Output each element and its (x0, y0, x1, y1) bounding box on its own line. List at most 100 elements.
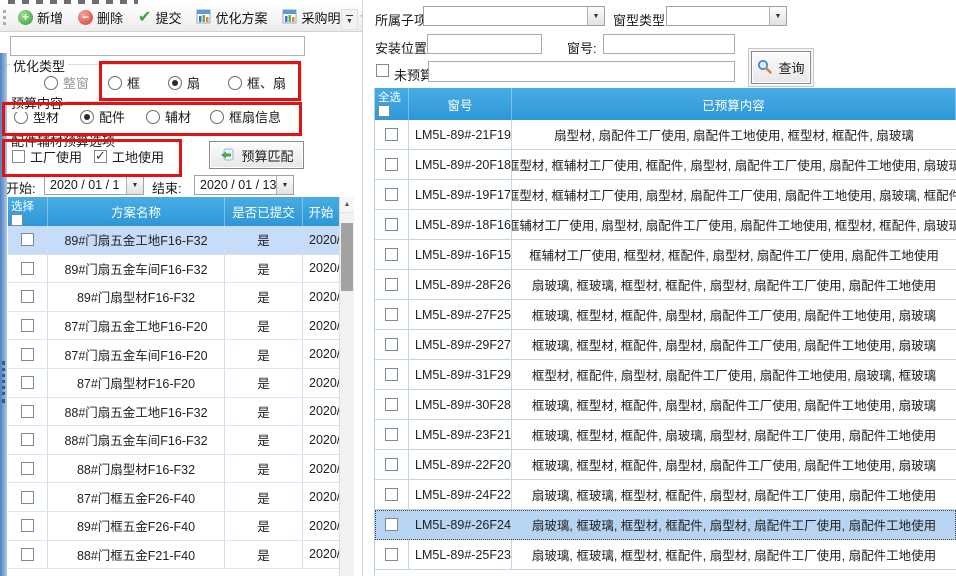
not-budgeted-checkbox[interactable] (376, 64, 389, 77)
window-no-column-header[interactable]: 窗号 (409, 88, 512, 120)
row-checkbox[interactable] (385, 548, 398, 561)
radio-icon[interactable] (210, 110, 224, 124)
row-checkbox[interactable] (385, 248, 398, 261)
add-button[interactable]: + 新增 (12, 6, 69, 29)
chevron-down-icon[interactable]: ▼ (587, 7, 604, 25)
start-date-picker[interactable]: 2020 / 01 / 1 ▼ (44, 175, 144, 195)
install-position-input[interactable] (427, 34, 542, 54)
radio-icon[interactable] (108, 76, 122, 90)
purchase-detail-button[interactable]: 采购明细 ▼ (276, 6, 373, 29)
row-checkbox[interactable] (385, 458, 398, 471)
query-button[interactable]: 查询 (751, 51, 811, 84)
row-checkbox[interactable] (21, 262, 34, 275)
budget-match-button[interactable]: 预算匹配 (209, 141, 304, 169)
scrollbar-thumb[interactable] (341, 223, 353, 291)
splitter-grip[interactable] (2, 361, 5, 403)
end-date-picker[interactable]: 2020 / 01 / 13 ▼ (194, 175, 294, 195)
toolbar-overflow-button[interactable]: ▼ (341, 9, 358, 30)
checkbox-option[interactable]: 工地使用 (94, 147, 164, 166)
table-row[interactable]: LM5L-89#-24F22 扇玻璃, 框玻璃, 框型材, 框配件, 扇型材, … (375, 480, 956, 510)
chevron-down-icon[interactable]: ▼ (126, 176, 143, 194)
table-row[interactable]: LM5L-89#-25F23 扇玻璃, 框玻璃, 框型材, 框配件, 扇型材, … (375, 540, 956, 570)
table-row[interactable]: 87#门扇五金车间F16-F20 是 2020/0 (8, 340, 340, 369)
table-row[interactable]: 89#门扇五金车间F16-F32 是 2020/0 (8, 255, 340, 284)
table-row[interactable]: 88#门扇五金车间F16-F32 是 2020/0 (8, 426, 340, 455)
radio-icon[interactable] (146, 110, 160, 124)
table-row[interactable]: 87#门扇五金工地F16-F20 是 2020/0 (8, 312, 340, 341)
row-checkbox[interactable] (385, 518, 398, 531)
row-checkbox[interactable] (21, 405, 34, 418)
table-row[interactable]: LM5L-89#-29F27 框玻璃, 框型材, 框配件, 扇型材, 扇配件工厂… (375, 330, 956, 360)
budgeted-content-column-header[interactable]: 已预算内容 (512, 88, 956, 120)
radio-option[interactable]: 整窗 (44, 73, 89, 92)
row-checkbox[interactable] (385, 158, 398, 171)
optimize-plan-button[interactable]: 优化方案 (190, 6, 273, 29)
row-checkbox[interactable] (385, 128, 398, 141)
table-row[interactable]: LM5L-89#-18F16 框辅材工厂使用, 扇型材, 扇配件工厂使用, 扇配… (375, 210, 956, 240)
row-checkbox[interactable] (21, 319, 34, 332)
table-row[interactable]: 89#门扇型材F16-F32 是 2020/0 (8, 283, 340, 312)
checkbox-icon[interactable] (12, 150, 25, 163)
table-row[interactable]: LM5L-89#-22F20 框玻璃, 框型材, 框配件, 扇型材, 扇配件工厂… (375, 450, 956, 480)
radio-option[interactable]: 框、扇 (228, 73, 286, 92)
row-checkbox[interactable] (21, 548, 34, 561)
row-checkbox[interactable] (385, 188, 398, 201)
plan-search-input[interactable] (10, 36, 305, 56)
submit-button[interactable]: ✔ 提交 (132, 6, 187, 29)
plan-name-column-header[interactable]: 方案名称 (48, 197, 225, 226)
table-row[interactable]: 87#门扇型材F16-F20 是 2020/0 (8, 369, 340, 398)
table-row[interactable]: LM5L-89#-31F29 框型材, 框配件, 扇型材, 扇配件工厂使用, 扇… (375, 360, 956, 390)
row-checkbox[interactable] (385, 338, 398, 351)
row-checkbox[interactable] (385, 218, 398, 231)
select-all-checkbox[interactable] (11, 214, 23, 226)
table-row[interactable]: 89#门扇五金工地F16-F32 是 2020/0 (8, 226, 340, 255)
select-all-checkbox[interactable] (378, 105, 390, 117)
row-checkbox[interactable] (385, 428, 398, 441)
row-checkbox[interactable] (385, 488, 398, 501)
submitted-column-header[interactable]: 是否已提交 (225, 197, 303, 226)
row-checkbox[interactable] (385, 368, 398, 381)
chevron-down-icon[interactable]: ▼ (276, 176, 293, 194)
table-row[interactable]: LM5L-89#-23F21 框玻璃, 框型材, 框配件, 扇玻璃, 扇型材, … (375, 420, 956, 450)
row-checkbox[interactable] (21, 376, 34, 389)
table-row[interactable]: LM5L-89#-16F15 框辅材工厂使用, 框型材, 框配件, 扇型材, 扇… (375, 240, 956, 270)
start-column-header[interactable]: 开始 (303, 197, 340, 226)
toolbar-grip[interactable] (3, 10, 6, 25)
table-row[interactable]: 88#门扇五金工地F16-F32 是 2020/0 (8, 398, 340, 427)
table-row[interactable]: LM5L-89#-21F19 扇型材, 扇配件工厂使用, 扇配件工地使用, 框型… (375, 120, 956, 150)
row-checkbox[interactable] (21, 433, 34, 446)
plan-table-scrollbar[interactable]: ▲ (339, 197, 354, 576)
row-checkbox[interactable] (21, 462, 34, 475)
chevron-down-icon[interactable]: ▼ (769, 7, 786, 25)
table-row[interactable]: LM5L-89#-30F28 框玻璃, 框型材, 框配件, 扇型材, 扇配件工厂… (375, 390, 956, 420)
table-row[interactable]: 87#门框五金F26-F40 是 2020/0 (8, 483, 340, 512)
table-row[interactable]: LM5L-89#-27F25 框玻璃, 框型材, 框配件, 扇型材, 扇配件工厂… (375, 300, 956, 330)
table-row[interactable]: 89#门框五金F26-F40 是 2020/0 (8, 512, 340, 541)
row-checkbox[interactable] (21, 290, 34, 303)
row-checkbox[interactable] (21, 233, 34, 246)
not-budgeted-input[interactable] (428, 61, 735, 82)
row-checkbox[interactable] (21, 348, 34, 361)
row-checkbox[interactable] (385, 278, 398, 291)
table-row[interactable]: 88#门框五金F21-F40 是 2020/0 (8, 541, 340, 570)
window-no-input[interactable] (603, 34, 735, 54)
checkbox-option[interactable]: 工厂使用 (12, 147, 82, 166)
scroll-up-icon[interactable]: ▲ (340, 197, 354, 213)
radio-icon[interactable] (80, 110, 94, 124)
row-checkbox[interactable] (21, 491, 34, 504)
table-row[interactable]: 88#门扇型材F16-F32 是 2020/0 (8, 455, 340, 484)
radio-option[interactable]: 配件 (80, 107, 125, 126)
row-checkbox[interactable] (385, 308, 398, 321)
radio-option[interactable]: 扇 (168, 73, 200, 92)
row-checkbox[interactable] (21, 519, 34, 532)
radio-option[interactable]: 辅材 (146, 107, 191, 126)
window-type-select[interactable]: ▼ (666, 6, 787, 26)
table-row[interactable]: LM5L-89#-20F18 框型材, 框辅材工厂使用, 框配件, 扇型材, 扇… (375, 150, 956, 180)
row-checkbox[interactable] (385, 398, 398, 411)
delete-button[interactable]: − 删除 (72, 6, 129, 29)
radio-option[interactable]: 框 (108, 73, 140, 92)
table-row[interactable]: LM5L-89#-28F26 扇玻璃, 框玻璃, 框型材, 框配件, 扇型材, … (375, 270, 956, 300)
radio-option[interactable]: 框扇信息 (210, 107, 281, 126)
radio-icon[interactable] (228, 76, 242, 90)
radio-icon[interactable] (44, 76, 58, 90)
